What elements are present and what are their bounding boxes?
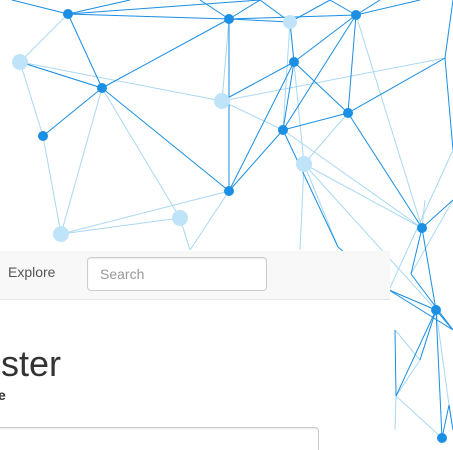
network-line-dark: [67, 13, 230, 20]
network-line-light: [19, 13, 69, 63]
network-line-dark: [388, 289, 437, 311]
network-node-light: [283, 15, 297, 29]
network-node-dark: [63, 9, 73, 19]
field-label: e: [0, 387, 6, 403]
network-line-dark: [101, 87, 230, 192]
network-node-dark: [224, 14, 234, 24]
network-node-light: [12, 54, 28, 70]
network-line-dark: [421, 199, 453, 229]
network-line-dark: [394, 329, 397, 397]
network-line-light: [299, 163, 305, 251]
network-line-dark: [228, 18, 291, 23]
network-node-light: [172, 210, 188, 226]
network-line-dark: [355, 0, 421, 16]
network-line-light: [388, 149, 453, 291]
network-line-dark: [444, 57, 453, 151]
network-line-light: [410, 199, 453, 275]
network-line-light: [282, 129, 423, 229]
network-line-dark: [293, 14, 357, 63]
network-node-dark: [343, 108, 353, 118]
network-node-dark: [97, 83, 107, 93]
network-line-light: [19, 61, 223, 102]
network-line-dark: [101, 18, 230, 89]
network-line-light: [303, 163, 339, 248]
name-field[interactable]: [0, 427, 319, 450]
network-line-light: [395, 359, 421, 397]
network-line-light: [60, 190, 230, 235]
network-node-light: [53, 226, 69, 242]
nav-explore-link[interactable]: Explore: [8, 264, 55, 280]
network-line-light: [221, 57, 446, 102]
network-node-dark: [417, 223, 427, 233]
network-line-dark: [228, 0, 261, 20]
network-line-dark: [395, 309, 437, 397]
network-line-light: [221, 18, 230, 102]
network-line-light: [303, 163, 423, 229]
network-line-light: [101, 87, 181, 219]
network-line-light: [42, 135, 62, 235]
network-line-light: [60, 87, 103, 235]
network-node-dark: [437, 433, 447, 443]
network-node-light: [296, 156, 312, 172]
network-line-light: [19, 61, 44, 137]
network-line-light: [60, 217, 181, 235]
network-line-dark: [347, 112, 423, 229]
network-line-light: [394, 395, 397, 431]
network-line-dark: [347, 14, 357, 114]
network-node-dark: [224, 186, 234, 196]
network-line-light: [394, 329, 421, 361]
network-line-light: [221, 100, 284, 131]
network-line-dark: [410, 227, 423, 275]
network-node-dark: [278, 125, 288, 135]
network-line-dark: [448, 404, 453, 431]
network-line-light: [355, 14, 423, 229]
network-line-dark: [67, 13, 103, 89]
network-node-dark: [38, 131, 48, 141]
network-line-dark: [388, 289, 453, 331]
network-node-dark: [351, 10, 361, 20]
page: Explore ister e: [0, 0, 453, 450]
page-title: ister: [0, 343, 62, 384]
network-node-dark: [289, 57, 299, 67]
network-line-dark: [282, 129, 339, 248]
network-line-dark: [347, 57, 446, 114]
navbar: Explore: [0, 251, 390, 300]
network-node-light: [214, 93, 230, 109]
search-input[interactable]: [87, 257, 267, 291]
network-line-dark: [441, 404, 450, 439]
network-node-dark: [431, 305, 441, 315]
network-line-light: [395, 395, 443, 439]
network-line-dark: [11, 0, 69, 15]
network-line-light: [303, 112, 349, 165]
network-line-dark: [42, 87, 103, 137]
app-panel: Explore ister e: [0, 251, 390, 450]
network-line-dark: [228, 129, 284, 192]
network-line-dark: [221, 61, 295, 102]
network-line-dark: [444, 0, 453, 59]
